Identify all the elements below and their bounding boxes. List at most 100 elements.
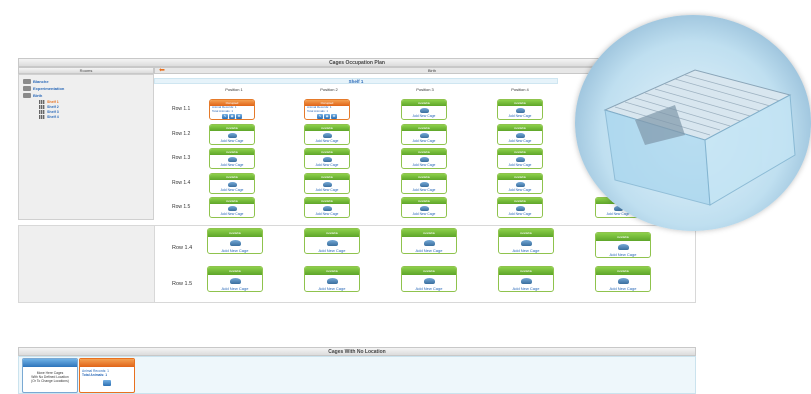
unlocated-cage[interactable]: Animal Records: 1 Total Animals: 1 xyxy=(79,358,135,393)
add-cage-slot[interactable]: Available Add New Cage xyxy=(497,197,543,218)
cage-icon xyxy=(227,133,237,138)
edit-icon[interactable]: ✎ xyxy=(317,114,323,119)
total-animals: Total Animals: 1 xyxy=(82,373,108,377)
position-header-4: Position 4 xyxy=(511,87,529,92)
cage-status: Available xyxy=(402,198,446,204)
cage-icon xyxy=(326,278,338,284)
view-icon[interactable]: ◉ xyxy=(324,114,330,119)
occupied-cage[interactable]: Occupied Animal Records: 1 Total Animals… xyxy=(304,99,350,120)
cage-icon xyxy=(423,240,435,246)
cage-status: Available xyxy=(210,198,254,204)
add-cage-label: Add New Cage xyxy=(512,286,540,291)
cage-status: Available xyxy=(402,174,446,180)
cage-status: Available xyxy=(208,267,262,275)
cage-icon xyxy=(227,157,237,162)
cage-icon xyxy=(229,278,241,284)
cage-icon xyxy=(322,133,332,138)
add-cage-slot[interactable]: Available Add New Cage xyxy=(497,148,543,169)
cage-icon xyxy=(520,278,532,284)
room-item-blanche[interactable]: Blanche xyxy=(23,78,149,85)
cage-status: Available xyxy=(402,100,446,106)
add-cage-label: Add New Cage xyxy=(512,248,540,253)
cage-icon xyxy=(229,240,241,246)
cage-icon xyxy=(322,206,332,211)
dropzone-header xyxy=(23,359,77,367)
add-cage-slot[interactable]: Available Add New Cage xyxy=(304,124,350,145)
add-cage-label: Add New Cage xyxy=(412,139,436,143)
cage-status: Available xyxy=(305,198,349,204)
add-cage-slot[interactable]: Available Add New Cage xyxy=(209,173,255,194)
add-cage-label: Add New Cage xyxy=(315,139,339,143)
add-cage-slot[interactable]: Available Add New Cage xyxy=(401,173,447,194)
no-location-area: Move Here Cages With No Defined Location… xyxy=(18,356,696,394)
row-label: Row 1.3 xyxy=(172,155,191,161)
add-cage-slot[interactable]: Available Add New Cage xyxy=(401,197,447,218)
add-cage-label: Add New Cage xyxy=(609,252,637,257)
no-location-title: Cages With No Location xyxy=(328,349,386,355)
cage-icon xyxy=(515,133,525,138)
add-cage-slot[interactable]: Available Add New Cage xyxy=(497,124,543,145)
cage-status: Available xyxy=(498,149,542,155)
cage-icon xyxy=(515,157,525,162)
view-icon[interactable]: ◉ xyxy=(229,114,235,119)
cage-status: Available xyxy=(596,267,650,275)
add-cage-slot[interactable]: Available Add New Cage xyxy=(595,232,651,258)
add-cage-slot[interactable]: Available Add New Cage xyxy=(304,148,350,169)
add-cage-label: Add New Cage xyxy=(415,286,443,291)
cage-status: Available xyxy=(305,267,359,275)
shelf-label: Shelf 1 xyxy=(47,99,59,104)
cage-status: Available xyxy=(305,229,359,237)
move-icon[interactable]: ✚ xyxy=(236,114,242,119)
shelf-item-4[interactable]: Shelf 4 xyxy=(23,114,149,119)
add-cage-slot[interactable]: Available Add New Cage xyxy=(497,99,543,120)
total-animals: Total Animals: 1 xyxy=(307,108,329,113)
cage-status: Available xyxy=(498,174,542,180)
add-cage-slot[interactable]: Available Add New Cage xyxy=(497,173,543,194)
add-cage-label: Add New Cage xyxy=(508,188,532,192)
position-header-1: Position 1 xyxy=(225,87,243,92)
cage-icon xyxy=(227,206,237,211)
move-icon[interactable]: ✚ xyxy=(331,114,337,119)
no-location-title-bar: Cages With No Location xyxy=(18,347,696,356)
add-cage-slot[interactable]: Available Add New Cage xyxy=(401,228,457,254)
cage-icon xyxy=(515,206,525,211)
add-cage-slot[interactable]: Available Add New Cage xyxy=(595,266,651,292)
add-cage-slot[interactable]: Available Add New Cage xyxy=(401,99,447,120)
cage-icon xyxy=(322,157,332,162)
row-label: Row 1.5 xyxy=(172,204,191,210)
cage-icon xyxy=(520,240,532,246)
add-cage-slot[interactable]: Available Add New Cage xyxy=(401,124,447,145)
add-cage-slot[interactable]: Available Add New Cage xyxy=(304,228,360,254)
cage-status: Available xyxy=(210,125,254,131)
add-cage-slot[interactable]: Available Add New Cage xyxy=(401,266,457,292)
add-cage-slot[interactable]: Available Add New Cage xyxy=(207,266,263,292)
cage-status: Available xyxy=(498,100,542,106)
edit-icon[interactable]: ✎ xyxy=(222,114,228,119)
add-cage-slot[interactable]: Available Add New Cage xyxy=(209,148,255,169)
add-cage-slot[interactable]: Available Add New Cage xyxy=(498,266,554,292)
add-cage-slot[interactable]: Available Add New Cage xyxy=(498,228,554,254)
add-cage-slot[interactable]: Available Add New Cage xyxy=(304,197,350,218)
dropzone-text: (Or To Change Locations) xyxy=(31,379,69,383)
occupied-cage[interactable]: Occupied Animal Records: 1 Total Animals… xyxy=(209,99,255,120)
add-cage-slot[interactable]: Available Add New Cage xyxy=(304,266,360,292)
add-cage-slot[interactable]: Available Add New Cage xyxy=(401,148,447,169)
move-here-dropzone[interactable]: Move Here Cages With No Defined Location… xyxy=(22,358,78,393)
add-cage-label: Add New Cage xyxy=(609,286,637,291)
shelf-icon xyxy=(39,99,45,104)
room-item-experimentation[interactable]: Experimentation xyxy=(23,85,149,92)
add-cage-slot[interactable]: Available Add New Cage xyxy=(207,228,263,254)
add-cage-slot[interactable]: Available Add New Cage xyxy=(304,173,350,194)
add-cage-slot[interactable]: Available Add New Cage xyxy=(209,197,255,218)
cage-icon xyxy=(617,278,629,284)
back-arrow-icon[interactable]: ⬅ xyxy=(159,67,165,74)
add-cage-slot[interactable]: Available Add New Cage xyxy=(209,124,255,145)
add-cage-label: Add New Cage xyxy=(415,248,443,253)
room-icon xyxy=(23,86,31,91)
cage-icon xyxy=(326,240,338,246)
room-item-birth[interactable]: Birth xyxy=(23,92,149,99)
shelf-label: Shelf 2 xyxy=(47,104,59,109)
add-cage-label: Add New Cage xyxy=(412,114,436,118)
add-cage-label: Add New Cage xyxy=(508,114,532,118)
view-icon[interactable] xyxy=(103,380,111,386)
